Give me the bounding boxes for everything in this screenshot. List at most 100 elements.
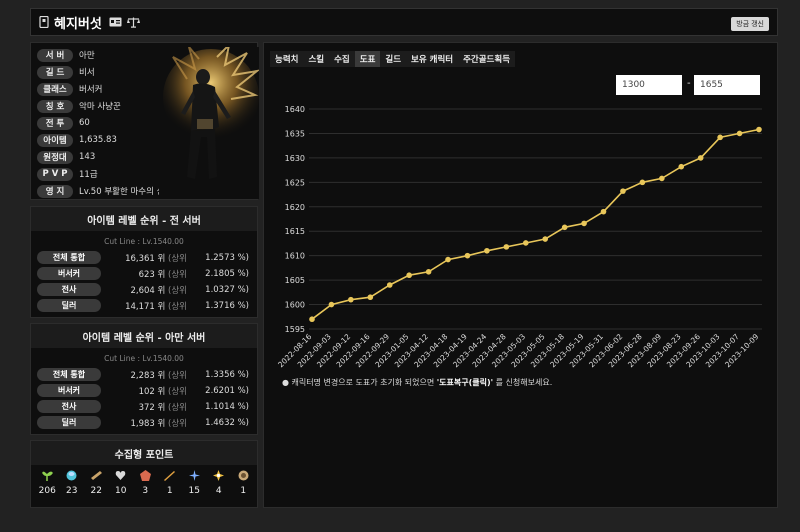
rank-all-server-panel: 아이템 레벨 순위 - 전 서버 Cut Line : Lv.1540.00 전…: [30, 206, 258, 318]
profile-label: 아이템: [37, 133, 73, 147]
profile-row: 아이템 1,635.83: [37, 133, 117, 147]
rank-row: 전체 통합 16,361 위 (상위 1.2573 %): [37, 251, 251, 264]
collection-count: 1: [166, 486, 173, 496]
character-name: 혜지버섯: [54, 16, 102, 32]
profile-row: 원정대 143: [37, 150, 95, 164]
profile-label: 클래스: [37, 82, 73, 96]
collection-item[interactable]: 1: [158, 469, 183, 496]
y-tick-label: 1625: [285, 178, 305, 187]
collection-count: 1: [240, 486, 247, 496]
profile-label: 전 투: [37, 116, 73, 130]
data-point: [484, 247, 490, 254]
rank-top-label: (상위: [168, 269, 187, 280]
collection-count: 3: [142, 486, 149, 496]
profile-row: 영 지 Lv.50 부활한 마수의 심장: [37, 184, 172, 198]
data-point: [464, 252, 471, 259]
collection-count: 4: [215, 486, 222, 496]
rank-server-title: 아이템 레벨 순위 - 아만 서버: [31, 324, 257, 348]
orpheus-star-icon: [212, 469, 225, 482]
rank-value: 102 위 (상위: [111, 385, 187, 397]
y-tick-label: 1600: [285, 301, 305, 310]
data-point: [328, 301, 335, 308]
data-point: [659, 175, 665, 182]
rank-percent: 1.4632 %): [205, 417, 249, 428]
profile-label: 원정대: [37, 150, 73, 164]
data-point: [425, 269, 432, 275]
data-point: [522, 240, 529, 246]
profile-row: 클래스 버서커: [37, 82, 102, 96]
rank-top-label: (상위: [168, 402, 187, 413]
collection-item[interactable]: 10: [109, 469, 134, 496]
rank-value: 14,171 위 (상위: [111, 300, 187, 312]
profile-label: 길 드: [37, 65, 73, 79]
collection-item[interactable]: 22: [84, 469, 109, 496]
chart-panel: 능력치스킬수집도표길드보유 캐릭터주간골드획득 - 15951600160516…: [263, 42, 778, 508]
rank-all-title: 아이템 레벨 순위 - 전 서버: [31, 207, 257, 231]
island-heart-icon: [65, 469, 78, 482]
collection-item[interactable]: 4: [207, 469, 232, 496]
rank-category: 딜러: [37, 299, 101, 312]
profile-value: 143: [79, 152, 96, 162]
data-point: [697, 155, 704, 161]
profile-value: 버서커: [79, 85, 103, 95]
data-point: [348, 296, 354, 303]
rank-position: 14,171 위: [125, 301, 166, 312]
id-card-icon[interactable]: [109, 17, 122, 27]
rank-position: 2,604 위: [130, 285, 166, 296]
ignea-token-icon: [139, 469, 152, 482]
rank-position: 16,361 위: [125, 253, 166, 264]
rank-position: 623 위: [138, 269, 166, 280]
profile-row: 길 드 비서: [37, 65, 95, 79]
data-point: [581, 220, 587, 227]
rank-row: 버서커 102 위 (상위 2.6201 %): [37, 384, 251, 397]
rank-percent: 1.3716 %): [205, 300, 249, 311]
rank-top-label: (상위: [168, 386, 187, 397]
rank-value: 623 위 (상위: [111, 268, 187, 280]
rank-row: 딜러 1,983 위 (상위 1.4632 %): [37, 416, 251, 429]
rank-row: 전체 통합 2,283 위 (상위 1.3356 %): [37, 368, 251, 381]
rank-row: 전사 372 위 (상위 1.1014 %): [37, 400, 251, 413]
refresh-button[interactable]: 방금 갱신: [731, 17, 769, 31]
rank-position: 2,283 위: [130, 370, 166, 381]
profile-value: 11급: [79, 170, 98, 180]
data-point: [620, 188, 626, 194]
bullet-icon: ●: [282, 378, 289, 387]
rank-position: 372 위: [138, 402, 166, 413]
collection-item[interactable]: 23: [60, 469, 85, 496]
profile-row: 칭 호 악마 사냥꾼: [37, 99, 121, 113]
profile-label: 영 지: [37, 184, 73, 198]
chart-restore-link[interactable]: '도표복구(클릭)': [437, 378, 493, 387]
collection-count: 10: [115, 486, 127, 496]
character-avatar: [159, 47, 259, 199]
mokoko-seed-icon: [41, 469, 54, 482]
rank-category: 전체 통합: [37, 368, 101, 381]
data-point: [600, 208, 607, 215]
collection-item[interactable]: 1: [231, 469, 256, 496]
data-point: [445, 256, 451, 263]
data-point: [309, 316, 315, 323]
profile-value: 아만: [79, 51, 95, 61]
rank-category: 전체 통합: [37, 251, 101, 264]
collection-item[interactable]: 15: [182, 469, 207, 496]
bookmark-icon[interactable]: [39, 16, 50, 28]
y-tick-label: 1615: [285, 227, 305, 236]
y-tick-label: 1610: [285, 252, 305, 261]
collection-item[interactable]: 206: [35, 469, 60, 496]
rank-top-label: (상위: [168, 370, 187, 381]
rank-percent: 1.2573 %): [205, 252, 249, 263]
rank-top-label: (상위: [168, 301, 187, 312]
great-art-icon: [90, 469, 103, 482]
scale-icon[interactable]: [126, 17, 140, 28]
profile-value: 60: [79, 118, 90, 128]
profile-row: P V P 11급: [37, 167, 98, 181]
y-tick-label: 1640: [285, 105, 305, 114]
rank-value: 16,361 위 (상위: [111, 252, 187, 264]
collection-count: 23: [66, 486, 78, 496]
rank-row: 전사 2,604 위 (상위 1.0327 %): [37, 283, 251, 296]
rank-category: 전사: [37, 400, 101, 413]
rank-value: 372 위 (상위: [111, 401, 187, 413]
giant-heart-icon: [114, 469, 127, 482]
rank-server-panel: 아이템 레벨 순위 - 아만 서버 Cut Line : Lv.1540.00 …: [30, 323, 258, 435]
collection-item[interactable]: 3: [133, 469, 158, 496]
rank-position: 102 위: [138, 386, 166, 397]
